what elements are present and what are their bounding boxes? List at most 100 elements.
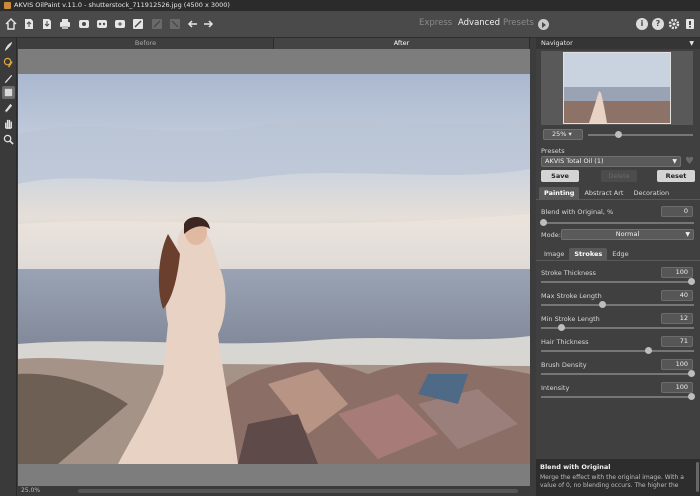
param-label: Intensity	[541, 384, 570, 392]
tab-abstract-art[interactable]: Abstract Art	[579, 187, 628, 199]
help-panel: Blend with Original Merge the effect wit…	[536, 459, 700, 496]
reset-preset-button[interactable]: Reset	[657, 170, 695, 182]
mode-express[interactable]: Express	[419, 18, 452, 28]
zoom-icon[interactable]	[2, 133, 15, 146]
zoom-level: 25.0%	[21, 487, 41, 494]
image-canvas[interactable]	[18, 49, 530, 486]
share-icon[interactable]	[95, 17, 109, 31]
title-bar: AKVIS OilPaint v.11.0 - shutterstock_711…	[0, 0, 700, 11]
param-value-input[interactable]: 100	[661, 359, 693, 370]
app-logo-icon	[4, 1, 11, 9]
zoom-select[interactable]: 25% ▾	[543, 129, 583, 140]
save-file-icon[interactable]	[40, 17, 54, 31]
tab-decoration[interactable]: Decoration	[628, 187, 674, 199]
mode-value: Normal	[615, 230, 640, 238]
favorite-heart-icon[interactable]: ♥	[685, 156, 696, 167]
tab-before[interactable]: Before	[18, 38, 274, 49]
mode-advanced[interactable]: Advanced	[458, 18, 500, 28]
param-value-input[interactable]: 100	[661, 382, 693, 393]
print-icon[interactable]	[58, 17, 72, 31]
param-slider[interactable]	[541, 373, 694, 375]
param-value-input[interactable]: 100	[661, 267, 693, 278]
hand-icon[interactable]	[2, 117, 15, 130]
open-file-icon[interactable]	[22, 17, 36, 31]
crop-icon[interactable]	[168, 17, 182, 31]
batch-icon[interactable]	[77, 17, 91, 31]
param-slider-knob[interactable]	[688, 370, 695, 377]
undo-icon[interactable]	[186, 17, 200, 31]
eraser-icon[interactable]	[2, 86, 15, 99]
navigator-thumbnail[interactable]	[541, 51, 693, 125]
param-label: Brush Density	[541, 361, 587, 369]
brush-icon[interactable]	[2, 40, 15, 53]
tool-strip	[0, 38, 17, 496]
navigator-header: Navigator ▼	[536, 38, 700, 49]
param-slider-knob[interactable]	[599, 301, 607, 308]
pencil-icon[interactable]	[2, 101, 15, 114]
presets-label: Presets	[541, 147, 565, 155]
window-title: AKVIS OilPaint v.11.0 - shutterstock_711…	[14, 1, 230, 9]
param-label: Min Stroke Length	[541, 315, 600, 323]
horizontal-scrollbar[interactable]	[78, 489, 518, 493]
zoom-slider-knob[interactable]	[615, 131, 622, 138]
param-slider-knob[interactable]	[557, 324, 565, 331]
help-icon[interactable]: ?	[652, 18, 664, 30]
gear-icon[interactable]	[667, 17, 681, 31]
status-bar: 25.0%	[18, 486, 530, 496]
param-label: Stroke Thickness	[541, 269, 596, 277]
settings-panel: Navigator ▼ 25% ▾ Presets AKVIS Total Oil…	[536, 38, 700, 496]
param-value-input[interactable]: 71	[661, 336, 693, 347]
param-value-input[interactable]: 40	[661, 290, 693, 301]
history-brush-icon[interactable]	[2, 56, 15, 69]
chevron-down-icon: ▼	[672, 158, 677, 165]
presets-select[interactable]: AKVIS Total Oil (1) ▼	[541, 156, 681, 167]
navigator-view-frame[interactable]	[563, 52, 671, 124]
help-title: Blend with Original	[540, 463, 611, 471]
mode-select[interactable]: Normal ▼	[561, 229, 694, 240]
chevron-down-icon: ▾	[568, 130, 572, 138]
plugin-icon[interactable]	[113, 17, 127, 31]
home-icon[interactable]	[4, 17, 18, 31]
run-play-icon[interactable]	[538, 19, 549, 30]
crop-icon[interactable]	[150, 17, 164, 31]
tabs-divider	[536, 199, 700, 200]
zoom-slider[interactable]	[588, 134, 693, 136]
param-slider[interactable]	[541, 304, 694, 306]
param-slider-knob[interactable]	[645, 347, 653, 354]
mode-presets[interactable]: Presets	[503, 18, 534, 28]
tab-painting[interactable]: Painting	[539, 187, 580, 199]
blend-slider[interactable]	[541, 222, 694, 224]
help-scrollbar[interactable]	[696, 462, 699, 492]
subtabs-divider	[536, 260, 700, 261]
delete-preset-button[interactable]: Delete	[601, 170, 637, 182]
param-label: Max Stroke Length	[541, 292, 602, 300]
sub-tabs: Image Strokes Edge	[539, 248, 634, 260]
param-value-input[interactable]: 12	[661, 313, 693, 324]
param-slider[interactable]	[541, 281, 694, 283]
param-slider[interactable]	[541, 350, 694, 352]
zoom-value: 25%	[552, 130, 567, 138]
param-slider[interactable]	[541, 396, 694, 398]
param-slider-knob[interactable]	[688, 278, 695, 285]
param-slider-knob[interactable]	[688, 393, 695, 400]
redo-icon[interactable]	[201, 17, 215, 31]
help-text: Merge the effect with the original image…	[540, 474, 684, 489]
presets-value: AKVIS Total Oil (1)	[545, 157, 604, 165]
tab-edge[interactable]: Edge	[607, 248, 633, 260]
tab-image[interactable]: Image	[539, 248, 569, 260]
stroke-icon[interactable]	[2, 72, 15, 85]
painted-image	[18, 74, 530, 496]
navigator-title: Navigator	[541, 39, 573, 47]
tab-strokes[interactable]: Strokes	[569, 248, 608, 260]
blend-value-input[interactable]: 0	[661, 206, 693, 217]
blend-label: Blend with Original, %	[541, 208, 614, 216]
view-tabs: Before After	[18, 38, 530, 49]
blend-slider-knob[interactable]	[540, 219, 547, 226]
info-icon[interactable]: i	[636, 18, 648, 30]
mode-label: Mode:	[541, 231, 561, 239]
chevron-down-icon[interactable]: ▼	[689, 38, 694, 49]
notifications-icon[interactable]	[683, 17, 697, 31]
settings-icon[interactable]	[131, 17, 145, 31]
tab-after[interactable]: After	[274, 38, 530, 49]
save-preset-button[interactable]: Save	[541, 170, 579, 182]
